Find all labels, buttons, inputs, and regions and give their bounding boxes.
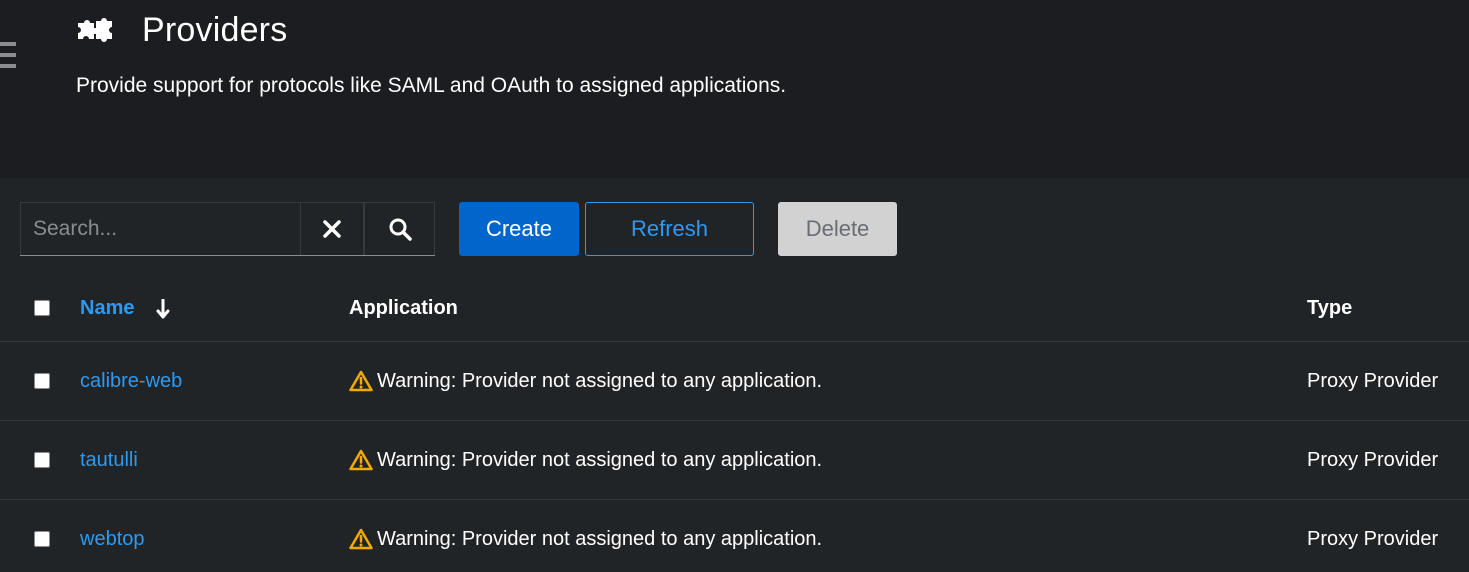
column-header-name-label: Name xyxy=(80,297,135,319)
row-checkbox[interactable] xyxy=(34,531,50,547)
application-cell: Warning: Provider not assigned to any ap… xyxy=(349,370,822,393)
column-header-type: Type xyxy=(1307,297,1353,319)
select-all-checkbox[interactable] xyxy=(34,300,50,316)
column-header-application: Application xyxy=(349,297,458,319)
provider-name-link[interactable]: calibre-web xyxy=(80,370,182,393)
refresh-button[interactable]: Refresh xyxy=(585,202,754,256)
application-warning-text: Warning: Provider not assigned to any ap… xyxy=(377,448,823,471)
application-cell: Warning: Provider not assigned to any ap… xyxy=(349,528,822,551)
warning-icon xyxy=(349,528,373,550)
search-input[interactable] xyxy=(20,202,300,255)
provider-name-link[interactable]: webtop xyxy=(80,528,145,551)
provider-type: Proxy Provider xyxy=(1307,527,1439,550)
search-group xyxy=(20,202,435,256)
row-checkbox[interactable] xyxy=(34,452,50,468)
search-button[interactable] xyxy=(364,202,435,255)
puzzle-piece-icon xyxy=(76,13,116,47)
create-button[interactable]: Create xyxy=(459,202,579,256)
page-description: Provide support for protocols like SAML … xyxy=(76,74,787,97)
title-row: Providers xyxy=(76,10,287,50)
column-header-name[interactable]: Name xyxy=(80,297,170,320)
row-checkbox[interactable] xyxy=(34,373,50,389)
warning-icon xyxy=(349,370,373,392)
application-warning-text: Warning: Provider not assigned to any ap… xyxy=(377,369,823,392)
providers-table: Name Application Type calibre-web Warnin… xyxy=(0,276,1469,572)
provider-type: Proxy Provider xyxy=(1307,448,1439,471)
provider-name-link[interactable]: tautulli xyxy=(80,449,138,472)
search-icon xyxy=(389,218,412,241)
main-content: Create Refresh Delete Name Application xyxy=(0,178,1469,572)
table-row: tautulli Warning: Provider not assigned … xyxy=(0,421,1469,500)
page-title: Providers xyxy=(142,10,288,49)
close-icon xyxy=(323,220,341,238)
table-row: calibre-web Warning: Provider not assign… xyxy=(0,342,1469,421)
provider-type: Proxy Provider xyxy=(1307,369,1439,392)
arrow-down-icon xyxy=(156,298,170,319)
application-cell: Warning: Provider not assigned to any ap… xyxy=(349,449,822,472)
application-warning-text: Warning: Provider not assigned to any ap… xyxy=(377,527,823,550)
page: Providers Provide support for protocols … xyxy=(0,0,1469,572)
table-header-row: Name Application Type xyxy=(0,276,1469,342)
page-header: Providers Provide support for protocols … xyxy=(0,0,1469,178)
clear-search-button[interactable] xyxy=(300,202,364,255)
toolbar: Create Refresh Delete xyxy=(20,202,897,256)
warning-icon xyxy=(349,449,373,471)
delete-button[interactable]: Delete xyxy=(778,202,897,256)
sidebar-toggle-icon[interactable] xyxy=(0,42,16,70)
table-row: webtop Warning: Provider not assigned to… xyxy=(0,500,1469,572)
